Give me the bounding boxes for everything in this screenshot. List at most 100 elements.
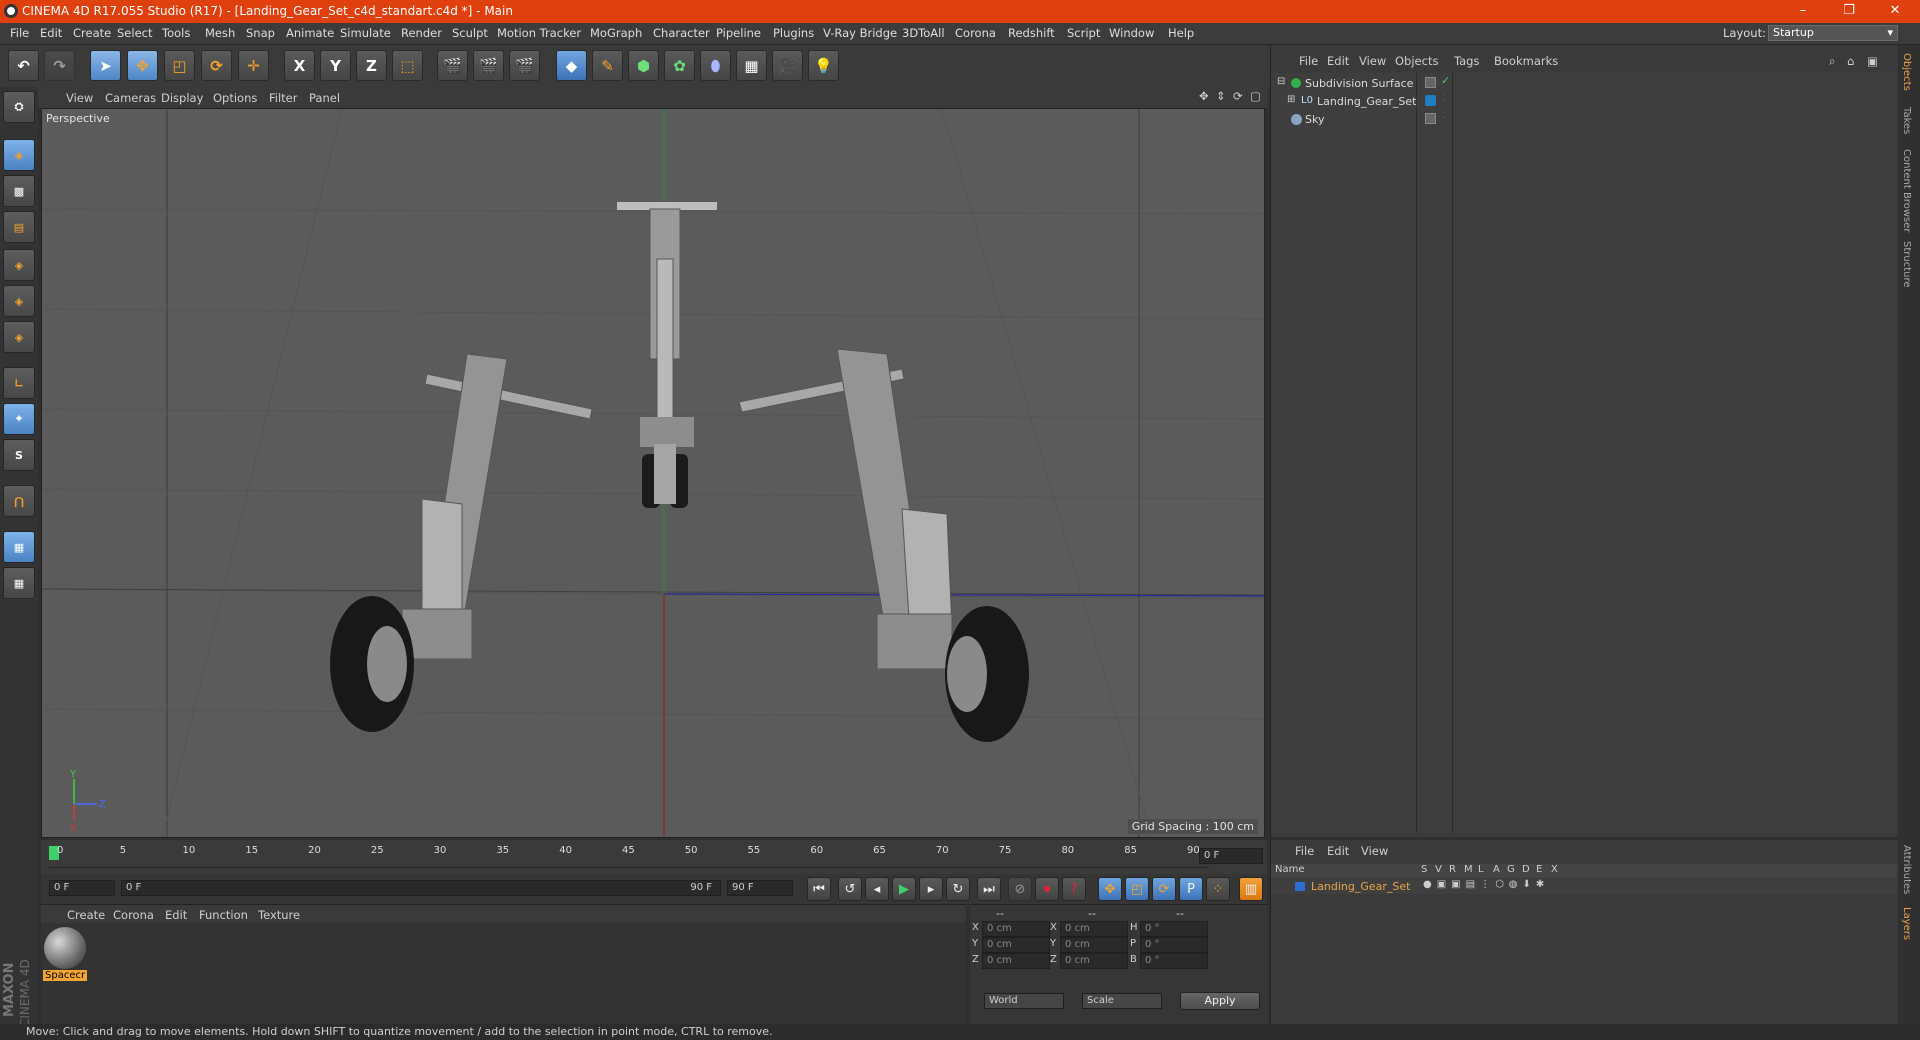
z-axis-button[interactable]: Z <box>356 50 387 81</box>
redo-button[interactable]: ↷ <box>44 50 75 81</box>
layer-menu-edit[interactable]: Edit <box>1327 844 1349 858</box>
add-light-button[interactable]: 💡 <box>808 50 839 81</box>
previous-key-button[interactable]: ↺ <box>838 877 862 901</box>
timeline-ruler[interactable]: 0 5 10 15 20 25 30 35 40 45 50 55 60 65 70 75 80 85 90 0 F <box>41 840 1267 874</box>
minimize-button[interactable]: – <box>1780 2 1826 20</box>
record-keys-button[interactable]: ⊘ <box>1008 877 1032 901</box>
add-subdivision-button[interactable]: ⬢ <box>628 50 659 81</box>
menu-redshift[interactable]: Redshift <box>1008 26 1055 40</box>
lock-workplane-button[interactable]: ▦ <box>3 531 35 563</box>
add-camera-button[interactable]: 🎥 <box>772 50 803 81</box>
mat-menu-edit[interactable]: Edit <box>165 908 187 922</box>
obj-menu-bookmarks[interactable]: Bookmarks <box>1494 54 1558 68</box>
edges-mode-button[interactable]: ◈ <box>3 285 35 317</box>
vp-menu-view[interactable]: View <box>66 91 93 105</box>
layout-dropdown[interactable]: Startup ▾ <box>1768 25 1898 41</box>
menu-sculpt[interactable]: Sculpt <box>452 26 488 40</box>
tab-objects[interactable]: Objects <box>1901 53 1912 91</box>
make-editable-button[interactable]: ⛭ <box>3 91 35 123</box>
vp-rotate-icon[interactable]: ⟳ <box>1233 89 1243 103</box>
enabled-check-icon[interactable]: ✓ <box>1441 74 1450 87</box>
perspective-viewport[interactable]: Y Z X Perspective Grid Spacing : 100 cm <box>41 108 1265 838</box>
tab-attributes[interactable]: Attributes <box>1901 845 1912 894</box>
magnet-button[interactable]: ⋂ <box>3 485 35 517</box>
scale-mode-select[interactable]: Scale <box>1082 993 1162 1009</box>
layer-name[interactable]: Landing_Gear_Set <box>1311 880 1410 893</box>
render-view-button[interactable]: 🎬 <box>437 50 468 81</box>
keyframe-selection-button[interactable]: ? <box>1062 877 1086 901</box>
object-row-landing-gear[interactable]: ⊞ L0 Landing_Gear_Set ⁚ <box>1275 93 1875 110</box>
y-axis-button[interactable]: Y <box>320 50 351 81</box>
menu-window[interactable]: Window <box>1109 26 1154 40</box>
start-frame-field[interactable]: 0 F <box>49 880 115 896</box>
next-key-button[interactable]: ↻ <box>946 877 970 901</box>
coord-value-field[interactable]: 0 ° <box>1140 937 1208 953</box>
mat-menu-corona[interactable]: Corona <box>113 908 154 922</box>
collapse-icon[interactable]: ⊟ <box>1277 76 1285 87</box>
current-frame-field[interactable]: 0 F <box>1199 848 1263 864</box>
mat-menu-create[interactable]: Create <box>67 908 105 922</box>
obj-menu-edit[interactable]: Edit <box>1327 54 1349 68</box>
maximize-button[interactable]: ❐ <box>1826 2 1872 20</box>
menu-3dtoall[interactable]: 3DToAll <box>902 26 945 40</box>
key-position-button[interactable]: ✥ <box>1098 877 1122 901</box>
add-pen-spline-button[interactable]: ✎ <box>592 50 623 81</box>
visibility-dots-icon[interactable]: ⁚ <box>1443 111 1446 121</box>
vp-maximize-icon[interactable]: ▢ <box>1250 89 1261 103</box>
menu-animate[interactable]: Animate <box>286 26 334 40</box>
coordinate-mode-select[interactable]: World <box>984 993 1064 1009</box>
menu-mograph[interactable]: MoGraph <box>590 26 642 40</box>
vp-menu-display[interactable]: Display <box>161 91 203 105</box>
layer-menu-file[interactable]: File <box>1295 844 1314 858</box>
tweak-mode-button[interactable]: ⌖ <box>3 403 35 435</box>
tab-takes[interactable]: Takes <box>1901 107 1912 134</box>
menu-edit[interactable]: Edit <box>40 26 62 40</box>
visibility-dots-icon[interactable]: ⁚ <box>1443 93 1446 103</box>
menu-corona[interactable]: Corona <box>955 26 996 40</box>
live-selection-button[interactable]: ➤ <box>90 50 121 81</box>
layer-row[interactable]: Landing_Gear_Set ●▣▣▤⋮⬡◍⬇✱ <box>1271 879 1897 894</box>
vp-move-icon[interactable]: ✥ <box>1199 89 1209 103</box>
obj-menu-tags[interactable]: Tags <box>1454 54 1479 68</box>
tab-content-browser[interactable]: Content Browser <box>1901 149 1912 232</box>
coord-value-field[interactable]: 0 ° <box>1140 953 1208 969</box>
undo-button[interactable]: ↶ <box>8 50 39 81</box>
key-scale-button[interactable]: ◰ <box>1125 877 1149 901</box>
coord-value-field[interactable]: 0 cm <box>982 953 1050 969</box>
coord-value-field[interactable]: 0 ° <box>1140 921 1208 937</box>
menu-pipeline[interactable]: Pipeline <box>716 26 761 40</box>
apply-button[interactable]: Apply <box>1180 992 1260 1010</box>
next-frame-button[interactable]: ▸ <box>919 877 943 901</box>
tab-structure[interactable]: Structure <box>1901 241 1912 288</box>
layer-color-swatch[interactable] <box>1295 882 1305 891</box>
vp-menu-options[interactable]: Options <box>213 91 257 105</box>
menu-file[interactable]: File <box>10 26 29 40</box>
end-frame-field[interactable]: 90 F <box>727 880 793 896</box>
menu-simulate[interactable]: Simulate <box>340 26 391 40</box>
material-swatch[interactable]: Spacecr <box>43 927 87 983</box>
expand-icon[interactable]: ⊞ <box>1287 94 1295 105</box>
vp-zoom-icon[interactable]: ⇕ <box>1216 89 1226 103</box>
play-button[interactable]: ▶ <box>892 877 916 901</box>
menu-help[interactable]: Help <box>1168 26 1194 40</box>
menu-character[interactable]: Character <box>653 26 710 40</box>
move-tool-button[interactable]: ✥ <box>127 50 158 81</box>
model-mode-button[interactable]: ◈ <box>3 139 35 171</box>
key-rotation-button[interactable]: ⟳ <box>1152 877 1176 901</box>
menu-motion-tracker[interactable]: Motion Tracker <box>497 26 581 40</box>
render-settings-button[interactable]: 🎬 <box>509 50 540 81</box>
go-to-end-button[interactable]: ⏭ <box>977 877 1001 901</box>
add-cube-button[interactable]: ◆ <box>556 50 587 81</box>
tab-layers[interactable]: Layers <box>1901 907 1912 940</box>
menu-mesh[interactable]: Mesh <box>205 26 235 40</box>
coord-value-field[interactable]: 0 cm <box>1060 953 1128 969</box>
close-button[interactable]: ✕ <box>1872 2 1918 20</box>
rotate-tool-button[interactable]: ⟳ <box>201 50 232 81</box>
frame-range-slider[interactable]: 0 F 90 F <box>121 880 721 896</box>
timeline-window-button[interactable]: ▥ <box>1239 877 1263 901</box>
mat-menu-texture[interactable]: Texture <box>258 908 300 922</box>
coord-value-field[interactable]: 0 cm <box>1060 937 1128 953</box>
points-mode-button[interactable]: ◈ <box>3 249 35 281</box>
obj-menu-objects[interactable]: Objects <box>1395 54 1438 68</box>
key-parameter-button[interactable]: P <box>1179 877 1203 901</box>
